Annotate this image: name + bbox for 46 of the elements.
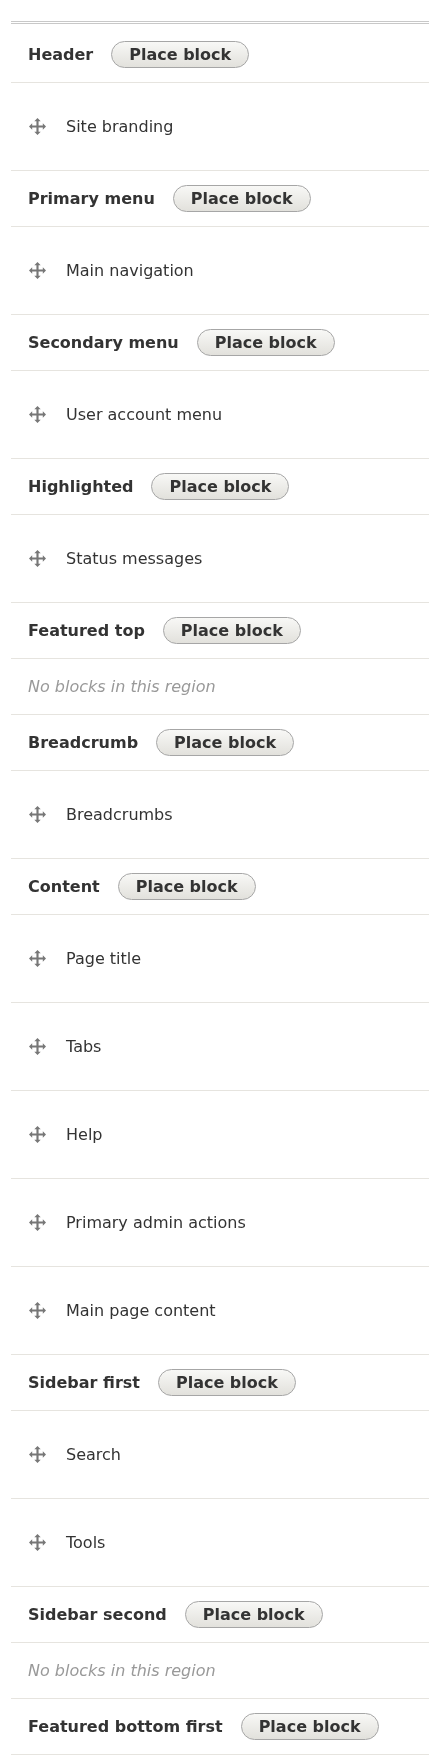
- region-title: Primary menu: [28, 187, 155, 210]
- empty-region-message: No blocks in this region: [28, 1659, 216, 1682]
- drag-handle-icon[interactable]: [29, 1214, 46, 1231]
- region-title: Content: [28, 875, 100, 898]
- block-name: User account menu: [66, 403, 223, 426]
- block-name: Help: [66, 1123, 103, 1146]
- drag-handle-icon[interactable]: [29, 806, 46, 823]
- place-block-button[interactable]: Place block: [172, 185, 311, 212]
- region-title: Breadcrumb: [28, 731, 139, 754]
- block-name: Site branding: [66, 115, 174, 138]
- block-name: Main page content: [66, 1299, 216, 1322]
- drag-handle-icon[interactable]: [29, 550, 46, 567]
- drag-handle-icon[interactable]: [29, 118, 46, 135]
- drag-handle-icon[interactable]: [29, 1446, 46, 1463]
- drag-handle-icon[interactable]: [29, 1038, 46, 1055]
- empty-region-message: No blocks in this region: [28, 675, 216, 698]
- place-block-button[interactable]: Place block: [117, 873, 256, 900]
- region-title: Secondary menu: [28, 331, 179, 354]
- place-block-button[interactable]: Place block: [157, 1369, 296, 1396]
- region-title: Featured bottom first: [28, 1715, 223, 1738]
- place-block-button[interactable]: Place block: [151, 473, 290, 500]
- block-name: Primary admin actions: [66, 1211, 246, 1234]
- block-name: Tabs: [66, 1035, 102, 1058]
- block-name: Breadcrumbs: [66, 803, 173, 826]
- drag-handle-icon[interactable]: [29, 262, 46, 279]
- block-name: Main navigation: [66, 259, 194, 282]
- block-name: Status messages: [66, 547, 203, 570]
- block-name: Tools: [66, 1531, 106, 1554]
- drag-handle-icon[interactable]: [29, 950, 46, 967]
- drag-handle-icon[interactable]: [29, 1126, 46, 1143]
- block-name: Page title: [66, 947, 142, 970]
- region-title: Header: [28, 43, 94, 66]
- drag-handle-icon[interactable]: [29, 1302, 46, 1319]
- block-name: Search: [66, 1443, 121, 1466]
- drag-handle-icon[interactable]: [29, 1534, 46, 1551]
- place-block-button[interactable]: Place block: [184, 1601, 323, 1628]
- region-title: Sidebar first: [28, 1371, 140, 1394]
- region-title: Featured top: [28, 619, 145, 642]
- place-block-button[interactable]: Place block: [196, 329, 335, 356]
- place-block-button[interactable]: Place block: [240, 1713, 379, 1740]
- region-title: Sidebar second: [28, 1603, 167, 1626]
- region-title: Highlighted: [28, 475, 134, 498]
- place-block-button[interactable]: Place block: [111, 41, 250, 68]
- drag-handle-icon[interactable]: [29, 406, 46, 423]
- place-block-button[interactable]: Place block: [156, 729, 295, 756]
- place-block-button[interactable]: Place block: [162, 617, 301, 644]
